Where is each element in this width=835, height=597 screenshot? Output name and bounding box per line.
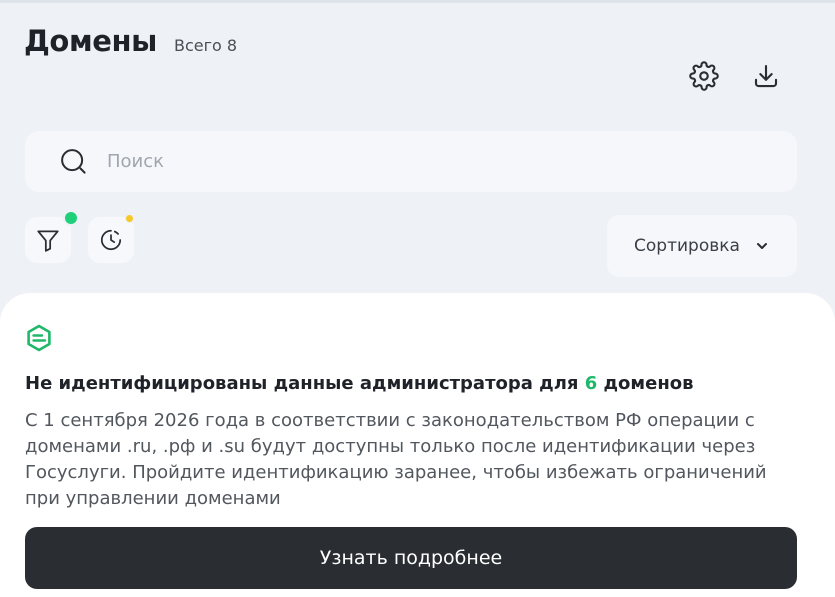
gear-icon xyxy=(689,61,719,91)
download-icon xyxy=(754,64,778,88)
brand-logo-icon xyxy=(27,324,51,352)
top-divider xyxy=(0,0,835,3)
notice-body: С 1 сентября 2026 года в соответствии с … xyxy=(25,410,767,509)
history-badge xyxy=(125,214,134,223)
notice-title-prefix: Не идентифицированы данные администратор… xyxy=(25,373,585,394)
page-title: Домены xyxy=(24,24,157,58)
domains-screen: Домены Всего 8 Со xyxy=(0,0,835,597)
notice-title: Не идентифицированы данные администратор… xyxy=(25,373,815,394)
funnel-icon xyxy=(37,230,59,252)
identification-notice: Не идентифицированы данные администратор… xyxy=(0,293,835,597)
learn-more-button[interactable]: Узнать подробнее xyxy=(25,527,797,589)
download-button[interactable] xyxy=(746,56,786,96)
filter-active-badge xyxy=(63,210,79,226)
sort-dropdown[interactable]: Сортировка xyxy=(607,215,797,277)
total-count: Всего 8 xyxy=(174,36,238,55)
search-box[interactable] xyxy=(25,131,797,192)
sort-label: Сортировка xyxy=(634,236,740,256)
chevron-down-icon xyxy=(756,243,767,249)
filter-button[interactable] xyxy=(25,217,71,263)
search-input[interactable] xyxy=(107,151,747,172)
search-icon xyxy=(61,148,86,174)
clock-history-icon xyxy=(100,229,122,251)
notice-domain-count: 6 xyxy=(584,373,598,394)
settings-button[interactable] xyxy=(684,56,724,96)
notice-title-suffix: доменов xyxy=(597,373,694,394)
history-button[interactable] xyxy=(88,217,134,263)
